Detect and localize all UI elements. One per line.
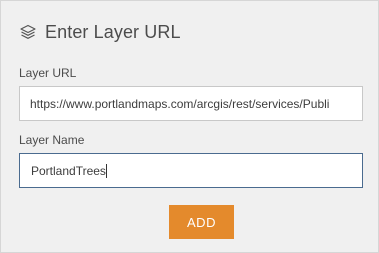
add-button[interactable]: ADD <box>169 205 234 239</box>
panel-title: Enter Layer URL <box>45 21 181 42</box>
layer-url-label: Layer URL <box>19 66 77 80</box>
text-caret <box>105 163 107 178</box>
enter-layer-url-panel: Enter Layer URL Layer URL https://www.po… <box>0 0 379 253</box>
layer-url-value: https://www.portlandmaps.com/arcgis/rest… <box>30 96 330 111</box>
layers-icon <box>19 23 37 41</box>
layer-url-input[interactable]: https://www.portlandmaps.com/arcgis/rest… <box>19 86 363 121</box>
layer-name-value: PortlandTrees <box>31 163 106 178</box>
layer-name-label: Layer Name <box>19 133 85 147</box>
layer-name-input[interactable]: PortlandTrees <box>19 153 363 188</box>
panel-header: Enter Layer URL <box>19 20 181 44</box>
